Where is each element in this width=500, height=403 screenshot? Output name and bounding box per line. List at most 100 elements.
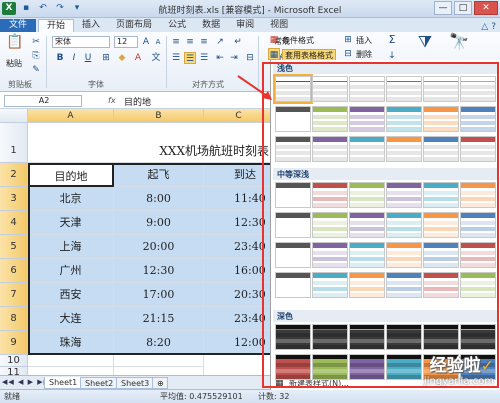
font-name-select[interactable]: 宋体 (52, 36, 110, 48)
table-style-swatch[interactable] (275, 272, 311, 298)
tab-review[interactable]: 审阅 (228, 19, 262, 32)
table-style-swatch[interactable] (386, 106, 422, 132)
table-style-swatch[interactable] (460, 212, 496, 238)
header-cell-c2[interactable]: 到达 (204, 163, 270, 187)
table-style-swatch[interactable] (460, 136, 496, 162)
table-style-swatch[interactable] (386, 76, 422, 102)
fill-color-icon[interactable]: ◆ (116, 52, 128, 64)
autosum-icon[interactable]: Σ (386, 34, 398, 46)
row-header-5[interactable]: 5 (0, 235, 28, 259)
copy-icon[interactable]: ⎘ (30, 50, 42, 62)
table-style-swatch[interactable] (423, 242, 459, 268)
table-style-swatch[interactable] (423, 106, 459, 132)
table-style-swatch[interactable] (349, 136, 385, 162)
delete-cells-button[interactable]: 删除 (356, 49, 372, 60)
table-style-swatch[interactable] (386, 136, 422, 162)
phonetic-icon[interactable]: 文 (150, 52, 162, 64)
shrink-font-icon[interactable]: A (152, 36, 164, 48)
insert-cells-button[interactable]: 插入 (356, 35, 372, 46)
table-cell[interactable]: 大连 (28, 307, 114, 331)
borders-icon[interactable]: ⊞ (100, 52, 112, 64)
table-style-swatch[interactable] (386, 354, 422, 380)
sheet-tab-sheet1[interactable]: Sheet1 (44, 377, 83, 389)
table-cell[interactable]: 20:30 (204, 283, 270, 307)
table-cell[interactable]: 21:15 (114, 307, 204, 331)
table-style-swatch[interactable] (423, 324, 459, 350)
table-style-swatch[interactable] (349, 76, 385, 102)
italic-button[interactable]: I (68, 52, 80, 64)
table-style-swatch[interactable] (312, 272, 348, 298)
table-cell[interactable]: 天津 (28, 211, 114, 235)
table-style-swatch[interactable] (275, 136, 311, 162)
table-style-swatch[interactable] (386, 324, 422, 350)
conditional-format-button[interactable]: 条件格式 (282, 35, 314, 46)
table-style-swatch[interactable] (312, 242, 348, 268)
table-cell[interactable]: 西安 (28, 283, 114, 307)
tab-data[interactable]: 数据 (194, 19, 228, 32)
table-cell[interactable]: 16:00 (204, 259, 270, 283)
conditional-format-icon[interactable]: ▦ (268, 34, 280, 46)
table-style-swatch[interactable] (349, 212, 385, 238)
select-all-corner[interactable] (0, 109, 28, 123)
table-cell[interactable]: 20:00 (114, 235, 204, 259)
merge-center-icon[interactable]: ⊟ (244, 52, 256, 64)
table-style-swatch[interactable] (312, 212, 348, 238)
table-style-swatch[interactable] (275, 106, 311, 132)
table-style-swatch[interactable] (460, 76, 496, 102)
collapse-ribbon-icon[interactable]: △ (481, 22, 488, 32)
table-cell[interactable]: 9:00 (114, 211, 204, 235)
table-style-swatch[interactable] (275, 242, 311, 268)
font-color-icon[interactable]: A (132, 52, 144, 64)
align-left-icon[interactable]: ☰ (170, 52, 182, 64)
formula-input[interactable]: 目的地 (124, 95, 264, 108)
tab-home[interactable]: 开始 (38, 19, 75, 32)
paste-icon[interactable]: 📋 (6, 35, 24, 56)
sort-filter-icon[interactable]: ⧩ (414, 34, 436, 58)
table-style-swatch[interactable] (460, 324, 496, 350)
minimize-button[interactable]: — (434, 1, 452, 15)
align-top-icon[interactable]: ≡ (170, 36, 182, 48)
table-cell[interactable]: 北京 (28, 187, 114, 211)
align-right-icon[interactable]: ☰ (198, 52, 210, 64)
table-style-swatch[interactable] (349, 324, 385, 350)
table-style-swatch[interactable] (312, 106, 348, 132)
table-style-swatch[interactable] (423, 272, 459, 298)
column-header-b[interactable]: B (114, 109, 204, 123)
table-cell[interactable]: 上海 (28, 235, 114, 259)
table-cell[interactable]: 23:40 (204, 307, 270, 331)
table-style-swatch[interactable] (349, 272, 385, 298)
row-header-4[interactable]: 4 (0, 211, 28, 235)
table-style-swatch[interactable] (275, 354, 311, 380)
table-style-swatch[interactable] (275, 212, 311, 238)
table-title-cell[interactable]: XXX机场航班时刻表 (28, 123, 270, 163)
row-header-2[interactable]: 2 (0, 163, 28, 187)
increase-indent-icon[interactable]: ⇥ (228, 52, 240, 64)
underline-button[interactable]: U (82, 52, 94, 64)
tab-formulas[interactable]: 公式 (160, 19, 194, 32)
maximize-button[interactable]: □ (454, 1, 472, 15)
row-header-9[interactable]: 9 (0, 331, 28, 355)
table-style-swatch[interactable] (386, 272, 422, 298)
table-format-icon[interactable]: ▦ (268, 48, 280, 60)
table-style-swatch[interactable] (386, 182, 422, 208)
close-button[interactable]: ✕ (474, 1, 498, 15)
sheet-tab-sheet3[interactable]: Sheet3 (116, 377, 155, 389)
table-cell[interactable]: 12:30 (204, 211, 270, 235)
column-header-a[interactable]: A (28, 109, 114, 123)
table-cell[interactable]: 17:00 (114, 283, 204, 307)
table-style-swatch[interactable] (312, 354, 348, 380)
active-cell-a2[interactable]: 目的地 (28, 163, 114, 187)
name-box[interactable]: A2 (4, 95, 82, 107)
tab-insert[interactable]: 插入 (74, 19, 108, 32)
table-style-swatch[interactable] (460, 182, 496, 208)
table-style-swatch[interactable] (386, 212, 422, 238)
table-style-swatch[interactable] (460, 272, 496, 298)
empty-cell[interactable] (28, 367, 114, 375)
table-style-swatch[interactable] (423, 76, 459, 102)
table-style-swatch[interactable] (423, 212, 459, 238)
tab-page-layout[interactable]: 页面布局 (108, 19, 160, 32)
table-cell[interactable]: 珠海 (28, 331, 114, 355)
table-cell[interactable]: 广州 (28, 259, 114, 283)
row-header-11[interactable]: 11 (0, 367, 28, 375)
empty-cell[interactable] (114, 355, 204, 367)
